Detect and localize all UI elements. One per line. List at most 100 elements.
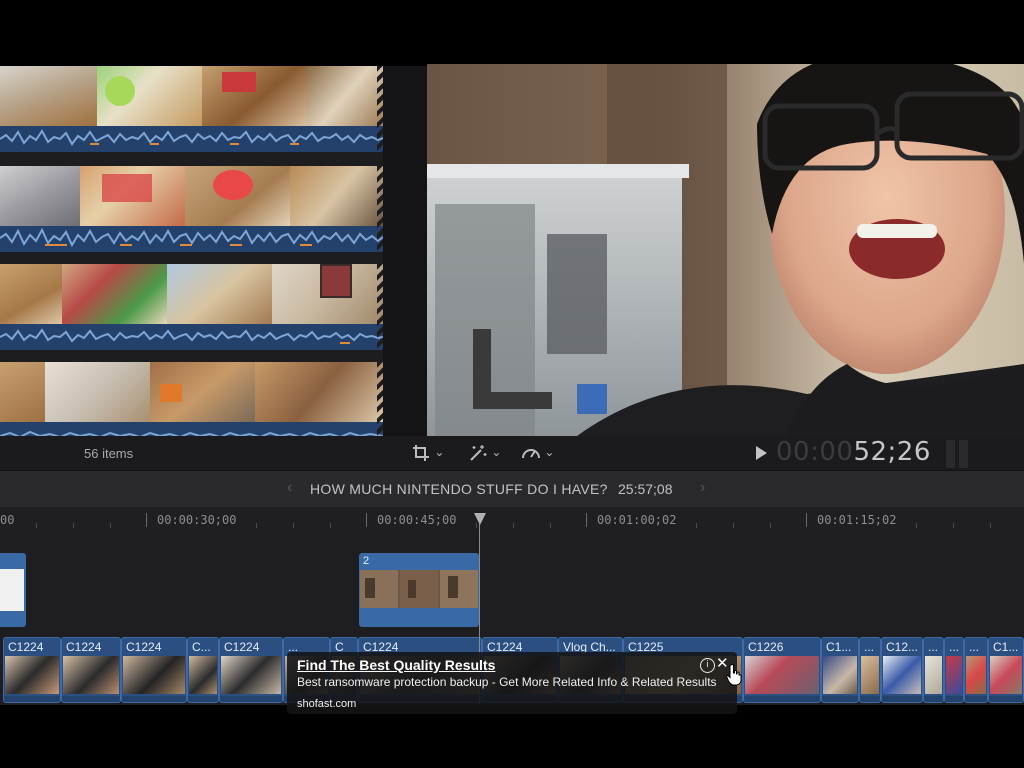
next-project-button[interactable]: › xyxy=(700,479,705,497)
clip-audio xyxy=(822,696,858,702)
browser-panel xyxy=(0,66,383,436)
storyline-clip[interactable]: C12... xyxy=(881,637,923,703)
storyline-clip[interactable]: C1... xyxy=(988,637,1024,703)
clip-thumbnail xyxy=(290,166,383,226)
browser-clip-row[interactable] xyxy=(0,264,383,352)
clip-audio xyxy=(744,696,820,702)
ruler-label: 00:01:00;02 xyxy=(597,513,677,527)
clip-audio xyxy=(220,696,282,702)
clip-name: ... xyxy=(928,640,939,654)
storyline-clip[interactable]: ... xyxy=(923,637,944,703)
browser-clip-row[interactable] xyxy=(0,362,383,436)
storyline-clip[interactable]: ... xyxy=(944,637,964,703)
clip-name: C... xyxy=(192,640,211,654)
ruler-minor-tick xyxy=(916,523,917,528)
clip-name: C1... xyxy=(993,640,1019,654)
ruler-minor-tick xyxy=(330,523,331,528)
ruler-tick xyxy=(586,513,587,527)
ruler-label: 00:01:15;02 xyxy=(817,513,897,527)
chevron-down-icon: ⌄ xyxy=(434,445,445,460)
project-title: HOW MUCH NINTENDO STUFF DO I HAVE? xyxy=(310,481,608,497)
level-meter-left xyxy=(946,440,955,468)
project-duration: 25:57;08 xyxy=(618,481,673,497)
clip-thumbnail xyxy=(883,656,921,694)
ruler-minor-tick xyxy=(513,523,514,528)
clip-audio xyxy=(965,696,987,702)
storyline-clip[interactable]: ... xyxy=(964,637,988,703)
play-icon[interactable] xyxy=(756,446,767,460)
clip-name: C12... xyxy=(886,640,919,654)
ruler-label: 00 xyxy=(0,513,15,527)
crop-icon xyxy=(413,445,429,461)
ruler-minor-tick xyxy=(256,523,257,528)
clip-name: C1224 xyxy=(224,640,260,654)
clip-thumbnail xyxy=(45,362,150,422)
clip-thumbnail xyxy=(307,66,383,126)
magic-wand-icon xyxy=(470,445,487,461)
clip-thumbnail xyxy=(946,656,962,694)
clip-thumbnail xyxy=(202,66,307,126)
ad-body-text[interactable]: Best ransomware protection backup - Get … xyxy=(297,675,717,689)
items-count: 56 items xyxy=(84,446,134,461)
ruler-tick xyxy=(806,513,807,527)
video-frame-image xyxy=(427,64,1024,436)
ruler-minor-tick xyxy=(550,523,551,528)
clip-thumbnail xyxy=(80,166,185,226)
audio-waveform xyxy=(0,422,383,436)
panel-divider[interactable] xyxy=(383,66,427,436)
clip-name: C1224 xyxy=(126,640,162,654)
storyline-clip[interactable]: C1224 xyxy=(121,637,187,703)
browser-clip-row[interactable] xyxy=(0,166,383,254)
clip-thumbnail xyxy=(990,656,1022,694)
audio-waveform xyxy=(0,226,383,252)
connected-clip[interactable] xyxy=(0,553,26,627)
storyline-clip[interactable]: C1... xyxy=(821,637,859,703)
timecode-hours-minutes: 00:00 xyxy=(776,437,854,467)
storyline-clip[interactable]: C1224 xyxy=(3,637,61,703)
clip-name: C1226 xyxy=(748,640,784,654)
browser-status-bar xyxy=(0,436,396,470)
storyline-clip[interactable]: C1226 xyxy=(743,637,821,703)
clip-thumbnail xyxy=(5,656,59,694)
chevron-down-icon: ⌄ xyxy=(491,445,502,460)
clip-audio xyxy=(945,696,963,702)
clip-thumbnail xyxy=(0,66,97,126)
timecode-display[interactable]: 00:0052;26 xyxy=(776,437,931,467)
clip-thumbnail xyxy=(745,656,819,694)
clip-thumbnail xyxy=(0,362,45,422)
storyline-clip[interactable]: C1224 xyxy=(61,637,121,703)
connected-clip-label: 2 xyxy=(363,555,370,567)
clip-name: ... xyxy=(969,640,980,654)
speedometer-icon xyxy=(522,449,540,459)
clip-thumbnail xyxy=(150,362,255,422)
ruler-minor-tick xyxy=(770,523,771,528)
clip-thumbnail xyxy=(0,166,80,226)
clip-thumbnail xyxy=(62,264,167,324)
clip-thumbnail xyxy=(966,656,986,694)
clip-name: C1... xyxy=(826,640,852,654)
enhance-tool-button[interactable]: ⌄ xyxy=(468,444,501,462)
info-icon[interactable]: i xyxy=(700,658,715,673)
ad-title-link[interactable]: Find The Best Quality Results xyxy=(297,657,495,673)
storyline-clip[interactable]: C... xyxy=(187,637,219,703)
browser-clip-row[interactable] xyxy=(0,66,383,154)
clip-thumbnail xyxy=(221,656,281,694)
previous-project-button[interactable]: ‹ xyxy=(287,479,292,497)
storyline-clip[interactable]: ... xyxy=(859,637,881,703)
clip-audio xyxy=(4,696,60,702)
retime-tool-button[interactable]: ⌄ xyxy=(521,444,554,462)
ad-domain[interactable]: shofast.com xyxy=(297,698,356,710)
ruler-minor-tick xyxy=(733,523,734,528)
audio-level-meters xyxy=(946,440,972,468)
playhead-handle[interactable] xyxy=(474,513,486,525)
clip-name: ... xyxy=(864,640,875,654)
clip-audio xyxy=(860,696,880,702)
crop-tool-button[interactable]: ⌄ xyxy=(412,444,444,462)
storyline-clip[interactable]: C1224 xyxy=(219,637,283,703)
clip-name: C1224 xyxy=(66,640,102,654)
ruler-minor-tick xyxy=(953,523,954,528)
clip-thumbnail xyxy=(360,570,478,608)
audio-waveform xyxy=(0,126,383,152)
viewer-video-frame[interactable] xyxy=(427,64,1024,436)
clip-thumbnail xyxy=(63,656,119,694)
